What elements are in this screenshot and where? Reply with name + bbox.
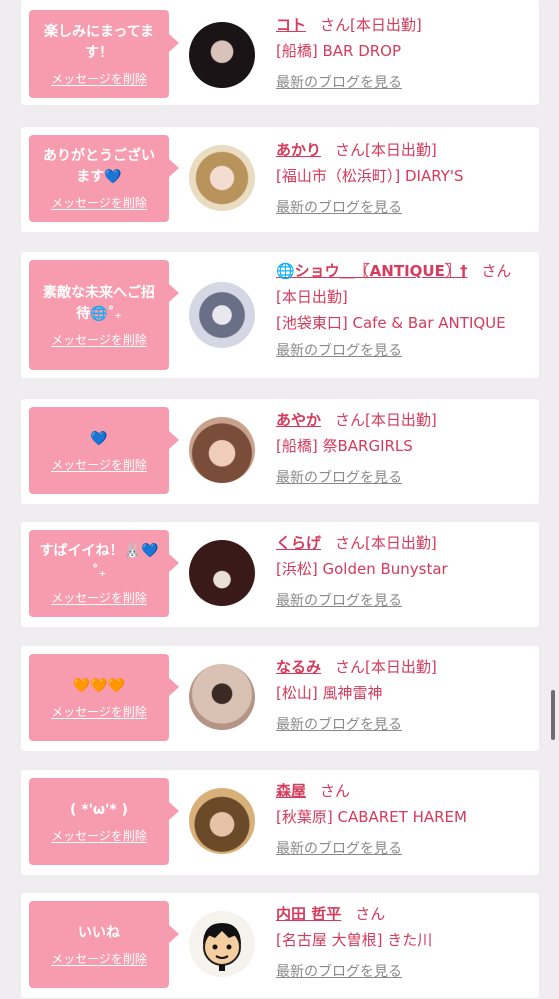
message-card: 素敵な未来へご招待🌐˚₊ メッセージを削除 🌐ショウ＿〖ANTIQUE〗† さん … [21,252,539,378]
latest-blog-link[interactable]: 最新のブログを見る [276,195,402,221]
entry-info: 森屋 さん [秋葉原] CABARET HAREM 最新のブログを見る [276,778,533,862]
message-bubble: 💙 メッセージを削除 [29,407,179,494]
latest-blog-link[interactable]: 最新のブログを見る [276,338,402,364]
avatar[interactable] [189,664,255,730]
message-text: ありがとうございます💙 [43,148,155,185]
shop-name: [秋葉原] CABARET HAREM [276,808,467,826]
avatar[interactable] [189,540,255,606]
profile-name-link[interactable]: くらげ [276,534,321,552]
delete-message-link[interactable]: メッセージを削除 [51,70,147,87]
entry-info: なるみ さん[本日出勤] [松山] 風神雷神 最新のブログを見る [276,654,533,738]
shop-name: [船橋] 祭BARGIRLS [276,437,413,455]
entry-info: くらげ さん[本日出勤] [浜松] Golden Bunystar 最新のブログを… [276,530,533,614]
delete-message-link[interactable]: メッセージを削除 [51,703,147,720]
message-card: ( *'ω'* ) メッセージを削除 森屋 さん [秋葉原] CABARET HA… [21,770,539,875]
status-badge: [本日出勤] [276,288,348,306]
avatar[interactable] [189,417,255,483]
status-badge: [本日出勤] [365,141,437,159]
latest-blog-link[interactable]: 最新のブログを見る [276,588,402,614]
message-card: 💙 メッセージを削除 あやか さん[本日出勤] [船橋] 祭BARGIRLS 最新… [21,399,539,504]
message-text: 💙 [90,430,108,447]
delete-message-link[interactable]: メッセージを削除 [51,589,147,606]
shop-name: [浜松] Golden Bunystar [276,560,448,578]
honorific: さん [481,262,512,280]
message-card: 楽しみにまってます！ メッセージを削除 コト さん[本日出勤] [船橋] BAR … [21,0,539,105]
honorific: さん [335,658,366,676]
honorific: さん [320,782,351,800]
delete-message-link[interactable]: メッセージを削除 [51,456,147,473]
message-text: すばイイね！🐰💙˚₊ [39,543,159,580]
status-badge: [本日出勤] [365,411,437,429]
message-bubble: いいね メッセージを削除 [29,901,179,988]
message-bubble: ( *'ω'* ) メッセージを削除 [29,778,179,865]
message-text: 楽しみにまってます！ [43,23,155,61]
message-bubble: 楽しみにまってます！ メッセージを削除 [29,10,179,98]
delete-message-link[interactable]: メッセージを削除 [51,194,147,211]
latest-blog-link[interactable]: 最新のブログを見る [276,959,402,985]
profile-name-link[interactable]: 内田 哲平 [276,905,341,923]
entry-info: 🌐ショウ＿〖ANTIQUE〗† さん [本日出勤] [池袋東口] Cafe & B… [276,258,533,364]
profile-name-link[interactable]: あかり [276,141,321,159]
message-bubble: 素敵な未来へご招待🌐˚₊ メッセージを削除 [29,260,179,370]
latest-blog-link[interactable]: 最新のブログを見る [276,465,402,491]
honorific: さん [335,534,366,552]
status-badge: [本日出勤] [350,16,422,34]
cartoon-avatar-icon [203,923,241,971]
message-card: いいね メッセージを削除 内田 哲平 さん [名古屋 大曽根] きた川 最新のブロ… [21,893,539,998]
avatar[interactable] [189,911,255,977]
delete-message-link[interactable]: メッセージを削除 [51,331,147,348]
status-badge: [本日出勤] [365,658,437,676]
message-card: 🧡🧡🧡 メッセージを削除 なるみ さん[本日出勤] [松山] 風神雷神 最新のブロ… [21,646,539,751]
delete-message-link[interactable]: メッセージを削除 [51,827,147,844]
profile-name-link[interactable]: 森屋 [276,782,306,800]
entry-info: コト さん[本日出勤] [船橋] BAR DROP 最新のブログを見る [276,12,533,96]
status-badge: [本日出勤] [365,534,437,552]
latest-blog-link[interactable]: 最新のブログを見る [276,70,402,96]
avatar[interactable] [189,282,255,348]
avatar[interactable] [189,788,255,854]
scrollbar[interactable] [551,690,555,740]
message-text: 素敵な未来へご招待🌐˚₊ [43,284,155,322]
message-card: ありがとうございます💙 メッセージを削除 あかり さん[本日出勤] [福山市（松浜… [21,127,539,232]
entry-info: あかり さん[本日出勤] [福山市（松浜町）] DIARY'S 最新のブログを見る [276,137,533,221]
message-bubble: ありがとうございます💙 メッセージを削除 [29,135,179,222]
profile-name-link[interactable]: あやか [276,411,321,429]
entry-info: 内田 哲平 さん [名古屋 大曽根] きた川 最新のブログを見る [276,901,533,985]
shop-name: [福山市（松浜町）] DIARY'S [276,167,464,185]
message-bubble: すばイイね！🐰💙˚₊ メッセージを削除 [29,530,179,617]
profile-name-link[interactable]: 🌐ショウ＿〖ANTIQUE〗† [276,262,467,280]
honorific: さん [335,411,366,429]
profile-name-link[interactable]: コト [276,16,306,34]
avatar[interactable] [189,22,255,88]
entry-info: あやか さん[本日出勤] [船橋] 祭BARGIRLS 最新のブログを見る [276,407,533,491]
shop-name: [松山] 風神雷神 [276,684,383,702]
honorific: さん [355,905,386,923]
message-text: いいね [78,924,120,941]
message-text: 🧡🧡🧡 [72,677,126,694]
shop-name: [船橋] BAR DROP [276,42,402,60]
message-card: すばイイね！🐰💙˚₊ メッセージを削除 くらげ さん[本日出勤] [浜松] Gol… [21,522,539,627]
message-text: ( *'ω'* ) [70,801,128,818]
message-bubble: 🧡🧡🧡 メッセージを削除 [29,654,179,741]
shop-name: [池袋東口] Cafe & Bar ANTIQUE [276,314,506,332]
delete-message-link[interactable]: メッセージを削除 [51,950,147,967]
profile-name-link[interactable]: なるみ [276,658,321,676]
shop-name: [名古屋 大曽根] きた川 [276,931,433,949]
latest-blog-link[interactable]: 最新のブログを見る [276,836,402,862]
latest-blog-link[interactable]: 最新のブログを見る [276,712,402,738]
honorific: さん [335,141,366,159]
avatar[interactable] [189,145,255,211]
honorific: さん [320,16,351,34]
